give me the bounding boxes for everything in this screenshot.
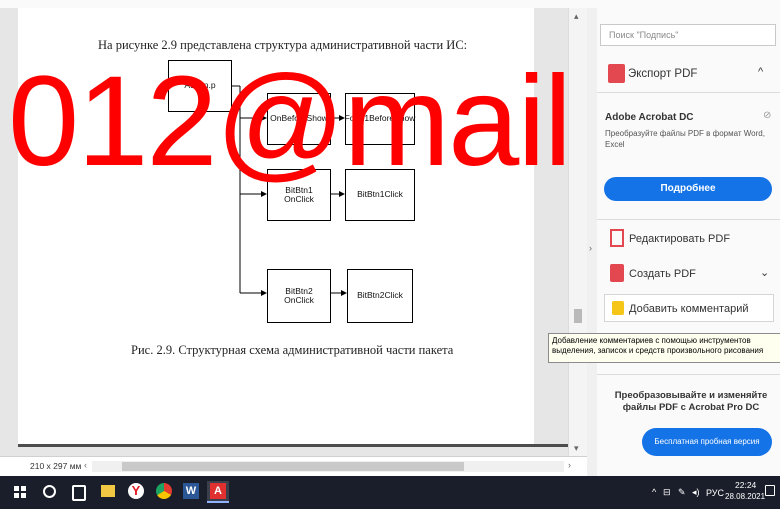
panel-collapse-strip: › <box>587 8 597 476</box>
scroll-left-icon[interactable]: ‹ <box>84 461 87 470</box>
scroll-down-icon[interactable]: ▾ <box>574 444 579 453</box>
chevron-down-icon[interactable]: ⌄ <box>760 266 769 279</box>
vertical-scrollbar-thumb[interactable] <box>574 309 582 323</box>
export-pdf-icon <box>608 64 625 83</box>
scroll-up-icon[interactable]: ▴ <box>574 12 579 21</box>
chrome-icon[interactable] <box>156 483 172 499</box>
watermark-text: 012@mail <box>8 50 572 193</box>
yandex-browser-icon[interactable]: Y <box>128 483 144 499</box>
more-button[interactable]: Подробнее <box>604 177 772 201</box>
tool-create-pdf[interactable]: Создать PDF <box>629 268 696 280</box>
promo-title: Adobe Acrobat DC <box>605 112 694 123</box>
edit-pdf-icon <box>610 229 624 247</box>
create-pdf-icon <box>610 264 624 282</box>
notifications-icon[interactable] <box>765 485 775 496</box>
acrobat-taskbar-button[interactable]: A <box>207 481 229 503</box>
pen-icon[interactable]: ✎ <box>678 487 686 498</box>
word-icon[interactable]: W <box>183 483 199 499</box>
export-pdf-label[interactable]: Экспорт PDF <box>628 68 697 80</box>
collapse-panel-icon[interactable]: › <box>589 244 592 253</box>
tray-chevron-icon[interactable]: ^ <box>652 487 656 497</box>
comment-icon <box>612 301 624 315</box>
clock-time[interactable]: 22:24 <box>735 480 756 490</box>
panel-divider <box>597 92 780 93</box>
page-break-line <box>18 444 568 447</box>
task-view-icon[interactable] <box>72 485 86 501</box>
figure-caption: Рис. 2.9. Структурная схема администрати… <box>131 343 454 357</box>
tool-edit-pdf[interactable]: Редактировать PDF <box>629 233 730 245</box>
search-input[interactable]: Поиск "Подпись" <box>600 24 776 46</box>
panel-divider <box>597 219 780 220</box>
start-icon[interactable] <box>14 486 26 498</box>
more-button-label: Подробнее <box>660 183 716 194</box>
tool-add-comment-row[interactable]: Добавить комментарий <box>604 294 774 322</box>
search-placeholder: Поиск "Подпись" <box>609 30 679 40</box>
cta-title: Преобразовывайте и изменяйте файлы PDF с… <box>614 390 768 413</box>
comment-tooltip: Добавление комментариев с помощью инстру… <box>548 333 780 363</box>
language-indicator[interactable]: РУС <box>706 488 724 498</box>
volume-icon[interactable]: ◂) <box>692 487 700 498</box>
search-icon[interactable] <box>43 485 56 498</box>
clock-date[interactable]: 28.08.2021 <box>725 492 765 501</box>
file-explorer-icon[interactable] <box>101 485 115 497</box>
tool-add-comment: Добавить комментарий <box>629 303 749 315</box>
horizontal-scrollbar-thumb[interactable] <box>122 462 464 471</box>
free-trial-button[interactable]: Бесплатная пробная версия <box>642 428 772 456</box>
scroll-right-icon[interactable]: › <box>568 461 571 470</box>
chevron-up-icon[interactable]: ^ <box>758 66 763 78</box>
free-trial-button-label: Бесплатная пробная версия <box>654 437 760 446</box>
page-size-label: 210 x 297 мм <box>30 461 82 471</box>
pin-icon[interactable]: ⊘ <box>763 110 771 121</box>
promo-text: Преобразуйте файлы PDF в формат Word, Ex… <box>605 129 765 149</box>
network-icon[interactable]: ⊟ <box>663 487 671 498</box>
vertical-scrollbar[interactable]: ▴ ▾ <box>568 8 588 456</box>
diagram-node-bitbtn2-onclick: BitBtn2 OnClick <box>267 269 331 323</box>
panel-divider <box>597 374 780 375</box>
acrobat-icon: A <box>210 483 226 499</box>
diagram-node-bitbtn2click: BitBtn2Click <box>347 269 413 323</box>
